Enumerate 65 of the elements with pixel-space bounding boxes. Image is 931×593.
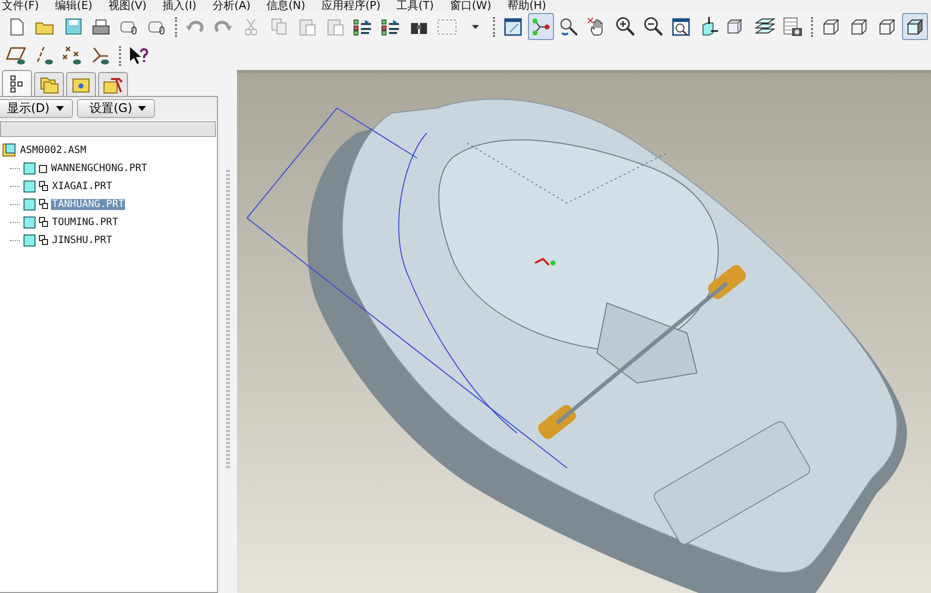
tree-item[interactable]: TOUMING.PRT xyxy=(51,216,120,228)
part-icon xyxy=(23,162,36,174)
wireframe-cube-icon xyxy=(879,18,895,34)
clipboard-icon xyxy=(298,18,316,36)
assembly-icon xyxy=(2,143,16,157)
tree-item[interactable]: XIAGAI.PRT xyxy=(51,180,114,192)
zoom-out-icon xyxy=(644,17,662,36)
wireframe-cube-icon xyxy=(851,18,867,34)
orient-mode-icon xyxy=(559,16,579,36)
part-icon xyxy=(23,234,36,246)
envelope-clip-icon xyxy=(148,18,166,34)
splitter-handle[interactable] xyxy=(226,170,230,470)
datum-point-icon xyxy=(62,46,84,66)
menu-item[interactable]: 窗口(W) xyxy=(448,0,492,12)
menu-item[interactable]: 信息(N) xyxy=(264,0,306,12)
menu-item[interactable]: 插入(I) xyxy=(160,0,196,12)
shaded-cube-icon xyxy=(907,18,923,34)
undo-icon xyxy=(186,20,204,34)
toolbar-button[interactable] xyxy=(902,13,928,40)
regenerate-icon xyxy=(353,18,373,36)
scissors-icon xyxy=(245,18,257,36)
menu-item[interactable]: 帮助(H) xyxy=(505,0,546,12)
favorites-folder-icon xyxy=(71,76,91,94)
part-icon xyxy=(23,180,36,192)
menu-item[interactable]: 文件(F) xyxy=(0,0,39,12)
menu-item[interactable]: 工具(T) xyxy=(394,0,434,12)
model-tree-icon xyxy=(10,74,24,92)
caret-icon xyxy=(472,24,478,28)
tree-label: ASM0002.ASM xyxy=(19,144,88,156)
datum-plane-icon xyxy=(6,46,28,66)
menu-item[interactable]: 视图(V) xyxy=(106,0,147,12)
refit-icon xyxy=(672,18,690,36)
coordinate-system-icon xyxy=(90,46,112,66)
tree-item[interactable]: WANNENGCHONG.PRT xyxy=(50,162,148,174)
wireframe-cube-icon xyxy=(823,18,839,34)
repaint-icon xyxy=(504,18,522,36)
copy-icon xyxy=(271,18,287,35)
printer-icon xyxy=(92,18,110,34)
panel-tab[interactable] xyxy=(2,70,32,96)
table-camera-icon xyxy=(783,16,803,36)
regenerate-icon xyxy=(381,18,401,36)
save-icon xyxy=(64,18,82,35)
tree-item[interactable]: JINSHU.PRT xyxy=(51,234,114,246)
menu-item[interactable]: 分析(A) xyxy=(210,0,251,12)
menu-item[interactable]: 编辑(E) xyxy=(52,0,92,12)
dropdown-button[interactable]: 设置(G) xyxy=(76,99,156,118)
caret-icon xyxy=(138,106,146,111)
folders-icon xyxy=(39,76,59,94)
caret-icon xyxy=(56,106,64,111)
layers-icon xyxy=(755,18,775,36)
dropdown-button[interactable]: 显示(D) xyxy=(0,99,73,118)
datum-axis-icon xyxy=(34,46,56,66)
spin-center-icon xyxy=(531,16,551,36)
context-help-icon xyxy=(129,46,149,66)
part-icon xyxy=(23,216,36,228)
new-file-icon xyxy=(9,18,25,36)
envelope-clip-icon xyxy=(120,18,138,34)
tree-item[interactable]: ASM0002.ASM xyxy=(2,141,217,159)
zoom-in-icon xyxy=(616,17,634,36)
folder-hammer-icon xyxy=(103,76,123,94)
redo-icon xyxy=(214,20,232,34)
menu-item[interactable]: 应用程序(P) xyxy=(319,0,381,12)
clipboard-icon xyxy=(326,18,344,36)
part-icon xyxy=(23,198,36,210)
selection-box-icon xyxy=(437,18,457,34)
